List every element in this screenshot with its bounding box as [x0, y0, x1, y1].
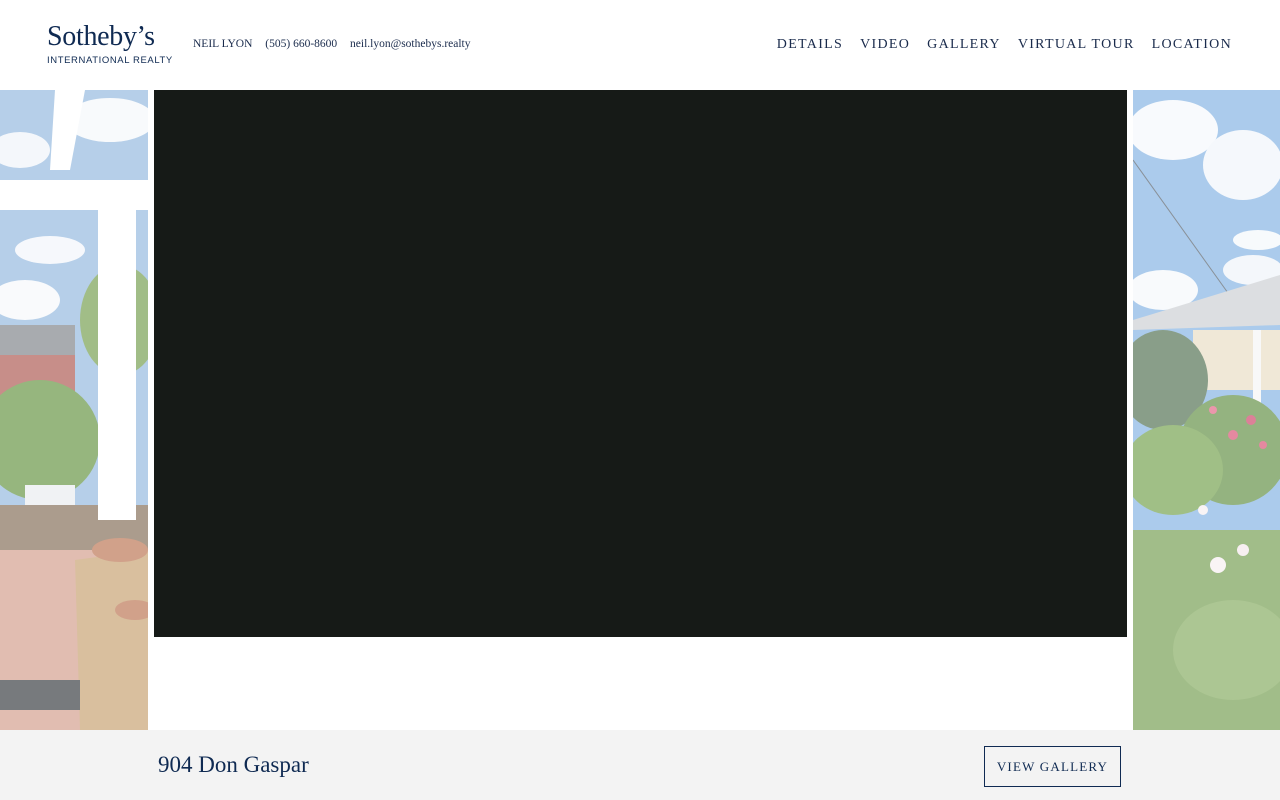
agent-name: NEIL LYON: [193, 38, 253, 50]
nav-video[interactable]: VIDEO: [860, 37, 910, 53]
agent-phone[interactable]: (505) 660-8600: [265, 38, 337, 50]
view-gallery-button[interactable]: VIEW GALLERY: [984, 746, 1121, 787]
gallery-prev-photo[interactable]: [0, 90, 148, 730]
agent-contact: NEIL LYON (505) 660-8600 neil.lyon@sothe…: [193, 38, 481, 50]
property-footer-bar: 904 Don Gaspar VIEW GALLERY: [0, 730, 1280, 800]
video-player[interactable]: [154, 90, 1127, 637]
sothebys-logo[interactable]: Sotheby’s INTERNATIONAL REALTY: [47, 21, 173, 67]
property-address: 904 Don Gaspar: [158, 752, 309, 777]
video-spacer: [154, 637, 1127, 730]
main-nav: DETAILS VIDEO GALLERY VIRTUAL TOUR LOCAT…: [777, 37, 1232, 53]
nav-details[interactable]: DETAILS: [777, 37, 843, 53]
nav-location[interactable]: LOCATION: [1152, 37, 1232, 53]
logo-wordmark: Sotheby’s: [47, 21, 155, 52]
logo-subtitle: INTERNATIONAL REALTY: [47, 55, 173, 66]
garden-photo: [1133, 90, 1280, 730]
nav-virtual-tour[interactable]: VIRTUAL TOUR: [1018, 37, 1135, 53]
site-header: Sotheby’s INTERNATIONAL REALTY NEIL LYON…: [0, 0, 1280, 90]
agent-email[interactable]: neil.lyon@sothebys.realty: [350, 38, 470, 50]
porch-photo: [0, 90, 148, 730]
nav-gallery[interactable]: GALLERY: [927, 37, 1001, 53]
gallery-next-photo[interactable]: [1133, 90, 1280, 730]
